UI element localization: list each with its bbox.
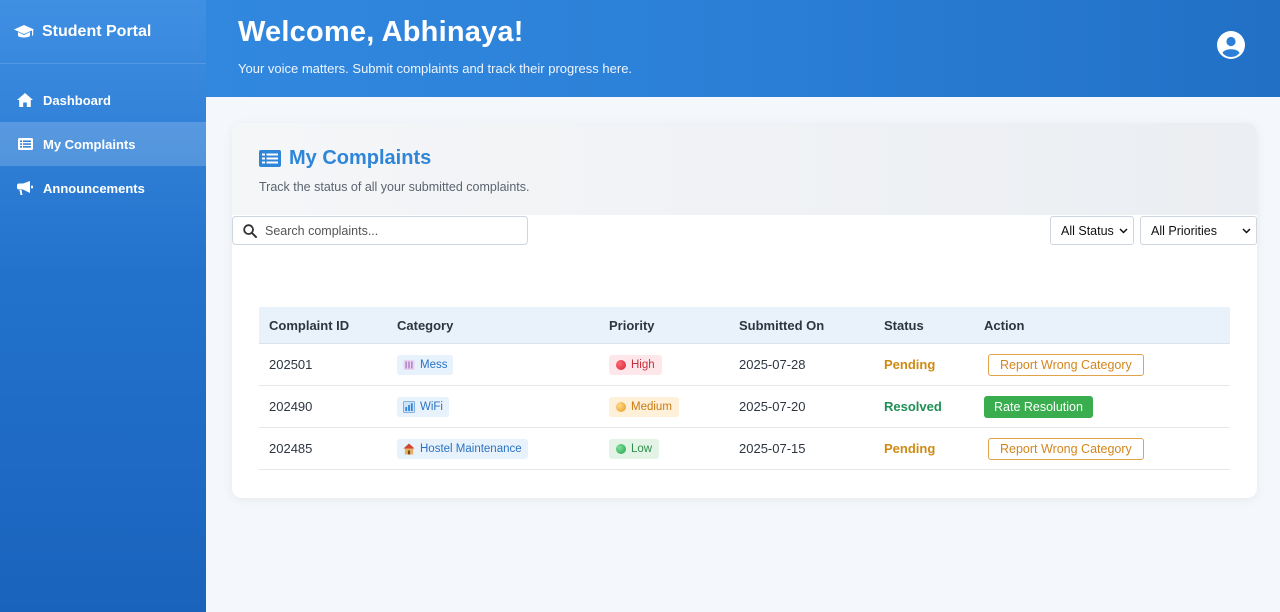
table-row: 202501 Mess High 2025-07-28 Pending Repo…: [259, 344, 1230, 386]
status-label: Resolved: [884, 399, 942, 414]
category-cell: Hostel Maintenance: [397, 438, 609, 459]
status-label: Pending: [884, 441, 936, 456]
header-tagline: Your voice matters. Submit complaints an…: [238, 61, 633, 76]
sidebar-item-announcements[interactable]: Announcements: [0, 166, 206, 210]
card-title-text: My Complaints: [289, 147, 432, 169]
priority-badge: Medium: [609, 396, 679, 417]
column-header-status: Status: [884, 317, 924, 333]
report-wrong-category-button[interactable]: Report Wrong Category: [988, 353, 1144, 376]
column-header-complaint-id: Complaint ID: [269, 317, 350, 333]
sidebar-item-label: My Complaints: [43, 136, 136, 152]
status-filter-value: All Status: [1061, 223, 1114, 238]
chevron-down-icon: [1119, 227, 1128, 234]
status-filter-select[interactable]: All Status: [1050, 216, 1134, 245]
list-icon: [17, 136, 33, 152]
priority-badge: High: [609, 354, 662, 375]
complaint-id: 202501: [269, 357, 313, 372]
card-header: My Complaints Track the status of all yo…: [232, 123, 1257, 215]
category-badge: WiFi: [397, 396, 449, 417]
priority-label: Low: [631, 442, 653, 455]
search-box[interactable]: [232, 216, 528, 245]
priority-label: Medium: [631, 400, 672, 413]
category-label: Hostel Maintenance: [420, 442, 522, 455]
submitted-date: 2025-07-20: [739, 399, 806, 414]
category-badge: Mess: [397, 354, 454, 375]
red-dot-icon: [616, 359, 626, 370]
complaints-card: My Complaints Track the status of all yo…: [232, 123, 1257, 498]
graduation-cap-icon: [14, 24, 34, 40]
priority-cell: Low: [609, 438, 739, 459]
complaint-id: 202485: [269, 441, 313, 456]
table-header-row: Complaint ID Category Priority Submitted…: [259, 307, 1230, 344]
card-subtitle: Track the status of all your submitted c…: [259, 180, 530, 194]
column-header-action: Action: [984, 317, 1025, 333]
list-icon: [259, 150, 281, 167]
category-label: WiFi: [420, 400, 443, 413]
priority-cell: High: [609, 354, 739, 375]
yellow-dot-icon: [616, 401, 626, 412]
priority-label: High: [631, 358, 655, 371]
sidebar-item-label: Dashboard: [43, 92, 111, 108]
chevron-down-icon: [1242, 227, 1251, 234]
priority-cell: Medium: [609, 396, 739, 417]
status-label: Pending: [884, 357, 936, 372]
priority-filter-select[interactable]: All Priorities: [1140, 216, 1257, 245]
sidebar-item-label: Announcements: [43, 180, 145, 196]
brand-title: Student Portal: [42, 22, 152, 40]
home-icon: [17, 92, 33, 108]
report-wrong-category-button[interactable]: Report Wrong Category: [988, 437, 1144, 460]
search-icon: [243, 223, 257, 238]
table-row: 202485 Hostel Maintenance Low 2025-07-15…: [259, 428, 1230, 470]
sidebar-item-dashboard[interactable]: Dashboard: [0, 78, 206, 122]
welcome-heading: Welcome, Abhinaya!: [238, 16, 524, 48]
action-cell: Report Wrong Category: [984, 353, 1230, 376]
column-header-submitted-on: Submitted On: [739, 317, 825, 333]
action-cell: Rate Resolution: [984, 395, 1230, 418]
page-header: Welcome, Abhinaya! Your voice matters. S…: [206, 0, 1280, 97]
sidebar: Student Portal Dashboard My Complaints A…: [0, 0, 206, 612]
complaint-id: 202490: [269, 399, 313, 414]
chart-icon: [403, 400, 415, 413]
complaints-table: Complaint ID Category Priority Submitted…: [259, 307, 1230, 470]
submitted-date: 2025-07-28: [739, 357, 806, 372]
sidebar-item-my-complaints[interactable]: My Complaints: [0, 122, 206, 166]
sidebar-nav: Dashboard My Complaints Announcements: [0, 78, 206, 210]
category-badge: Hostel Maintenance: [397, 438, 528, 459]
category-label: Mess: [420, 358, 448, 371]
user-profile-icon[interactable]: [1217, 31, 1245, 59]
food-icon: [403, 359, 415, 371]
megaphone-icon: [17, 180, 33, 196]
column-header-priority: Priority: [609, 317, 655, 333]
green-dot-icon: [616, 443, 626, 454]
action-cell: Report Wrong Category: [984, 437, 1230, 460]
table-row: 202490 WiFi Medium 2025-07-20 Resolved R…: [259, 386, 1230, 428]
category-cell: WiFi: [397, 396, 609, 417]
card-title: My Complaints: [259, 147, 431, 170]
rate-resolution-button[interactable]: Rate Resolution: [984, 395, 1093, 418]
brand[interactable]: Student Portal: [0, 0, 206, 64]
priority-badge: Low: [609, 438, 660, 459]
submitted-date: 2025-07-15: [739, 441, 806, 456]
priority-filter-value: All Priorities: [1151, 223, 1217, 238]
house-icon: [403, 443, 415, 455]
column-header-category: Category: [397, 317, 454, 333]
search-input[interactable]: [265, 223, 505, 238]
category-cell: Mess: [397, 354, 609, 375]
